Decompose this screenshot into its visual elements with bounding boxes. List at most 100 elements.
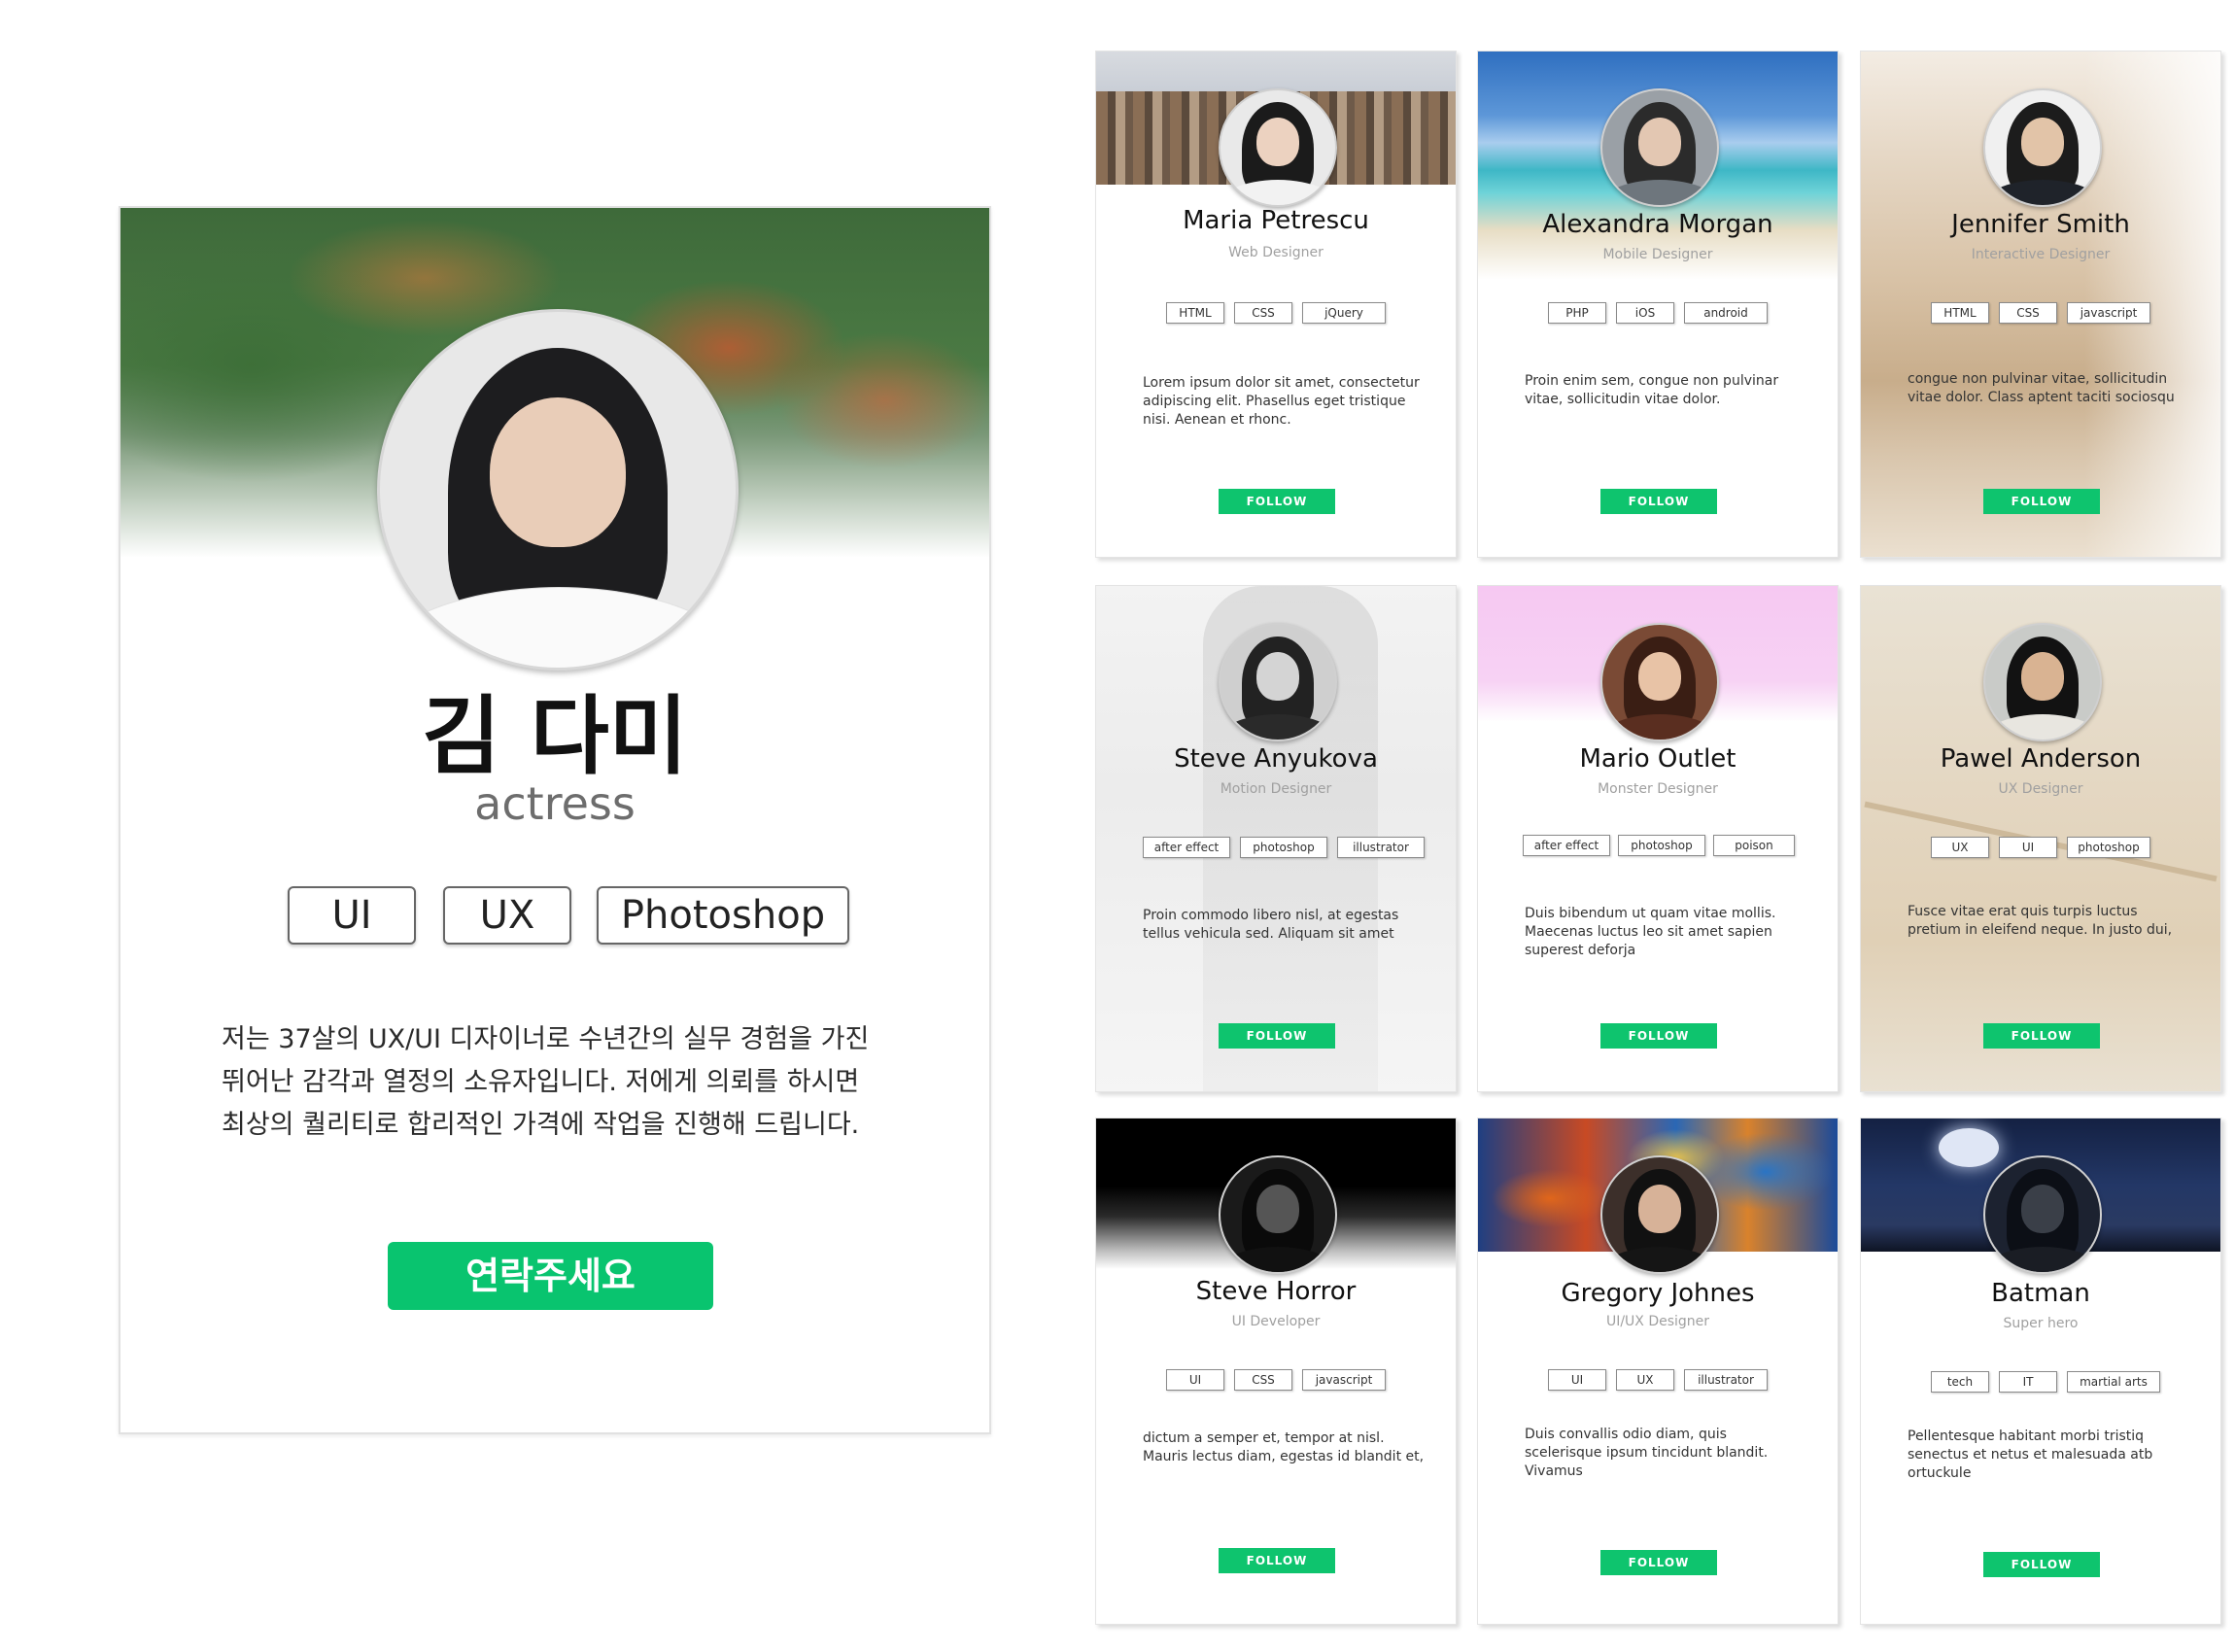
card-tags: HTML CSS jQuery [1096,302,1456,326]
card-tag[interactable]: CSS [1234,1369,1292,1391]
card-tag[interactable]: javascript [1302,1369,1386,1391]
card-name: Pawel Anderson [1940,744,2142,774]
card-tag[interactable]: illustrator [1684,1369,1768,1391]
follow-button[interactable]: FOLLOW [1983,489,2100,514]
profile-card: Maria Petrescu Web Designer HTML CSS jQu… [1095,51,1457,558]
card-tag[interactable]: UX [1616,1369,1674,1391]
profile-card: Alexandra Morgan Mobile Designer PHP iOS… [1477,51,1839,558]
follow-button[interactable]: FOLLOW [1219,489,1335,514]
card-tag[interactable]: IT [1999,1371,2057,1393]
card-tags: UI UX illustrator [1478,1369,1838,1393]
card-tag[interactable]: illustrator [1337,837,1425,858]
card-avatar [1219,88,1337,207]
card-tag[interactable]: jQuery [1302,302,1386,324]
follow-button[interactable]: FOLLOW [1600,489,1717,514]
card-avatar [1219,623,1337,741]
featured-description-line: 최상의 퀄리티로 합리적인 가격에 작업을 진행해 드립니다. [222,1110,860,1140]
featured-role: actress [474,777,636,830]
card-tag[interactable]: tech [1931,1371,1989,1393]
card-role: UX Designer [1998,781,2083,797]
card-description: congue non pulvinar vitae, sollicitudin … [1908,371,2175,405]
card-tag[interactable]: UI [1999,837,2057,858]
card-name: Gregory Johnes [1561,1279,1755,1308]
profile-card: Gregory Johnes UI/UX Designer UI UX illu… [1477,1118,1839,1625]
profile-card: Mario Outlet Monster Designer after effe… [1477,585,1839,1092]
featured-tag-photoshop[interactable]: Photoshop [597,886,849,945]
featured-tag-ui[interactable]: UI [288,886,416,945]
featured-description-line: 뛰어난 감각과 열정의 소유자입니다. 저에게 의뢰를 하시면 [222,1067,860,1097]
card-tag[interactable]: photoshop [1618,835,1705,856]
card-tag[interactable]: HTML [1166,302,1224,324]
card-tag[interactable]: UI [1166,1369,1224,1391]
card-tag[interactable]: iOS [1616,302,1674,324]
card-avatar [1983,623,2102,741]
card-role: UI/UX Designer [1605,1314,1710,1329]
card-role: Interactive Designer [1971,247,2111,262]
profile-card: Jennifer Smith Interactive Designer HTML… [1860,51,2221,558]
featured-description: 저는 37살의 UX/UI 디자이너로 수년간의 실무 경험을 가진 뛰어난 감… [222,1018,921,1147]
featured-name: 김 다미 [422,686,688,786]
card-role: Super hero [2003,1316,2079,1331]
card-tag[interactable]: CSS [1234,302,1292,324]
card-tag[interactable]: photoshop [2067,837,2150,858]
card-tag[interactable]: HTML [1931,302,1989,324]
card-tags: HTML CSS javascript [1861,302,2220,326]
card-tag[interactable]: UI [1548,1369,1606,1391]
card-name: Maria Petrescu [1183,206,1369,235]
card-avatar [1600,88,1719,207]
card-avatar [1983,1155,2102,1274]
card-name: Steve Anyukova [1174,744,1378,774]
card-avatar [1600,623,1719,741]
card-role: Motion Designer [1220,781,1332,797]
card-role: Mobile Designer [1602,247,1713,262]
featured-tags: UI UX Photoshop [120,886,989,950]
featured-avatar [377,309,739,671]
follow-button[interactable]: FOLLOW [1983,1552,2100,1577]
contact-button[interactable]: 연락주세요 [388,1242,713,1310]
profile-card: Pawel Anderson UX Designer UX UI photosh… [1860,585,2221,1092]
card-name: Batman [1991,1279,2090,1308]
card-description: Proin enim sem, congue non pulvinar vita… [1525,373,1779,407]
follow-button[interactable]: FOLLOW [1219,1548,1335,1573]
card-description: dictum a semper et, tempor at nisl. Maur… [1143,1430,1425,1464]
card-description: Lorem ipsum dolor sit amet, consectetur … [1143,375,1420,428]
card-description: Pellentesque habitant morbi tristiq sene… [1908,1428,2153,1481]
card-tag[interactable]: javascript [2067,302,2150,324]
card-tag[interactable]: UX [1931,837,1989,858]
card-tags: after effect photoshop poison [1478,835,1838,858]
profile-card: Steve Anyukova Motion Designer after eff… [1095,585,1457,1092]
card-tag[interactable]: after effect [1523,835,1610,856]
card-description: Duis bibendum ut quam vitae mollis. Maec… [1525,906,1776,958]
featured-profile-card: 김 다미 actress UI UX Photoshop 저는 37살의 UX/… [119,206,991,1434]
featured-description-line: 저는 37살의 UX/UI 디자이너로 수년간의 실무 경험을 가진 [222,1024,870,1054]
follow-button[interactable]: FOLLOW [1600,1550,1717,1575]
card-tag[interactable]: martial arts [2067,1371,2160,1393]
card-description: Fusce vitae erat quis turpis luctus pret… [1908,904,2173,938]
card-tag[interactable]: after effect [1143,837,1230,858]
card-description: Proin commodo libero nisl, at egestas te… [1143,908,1399,942]
card-tags: after effect photoshop illustrator [1096,837,1456,860]
card-description: Duis convallis odio diam, quis scelerisq… [1525,1427,1769,1479]
follow-button[interactable]: FOLLOW [1600,1023,1717,1049]
card-tag[interactable]: android [1684,302,1768,324]
profile-card: Batman Super hero tech IT martial arts P… [1860,1118,2221,1625]
follow-button[interactable]: FOLLOW [1983,1023,2100,1049]
card-tag[interactable]: PHP [1548,302,1606,324]
card-tag[interactable]: CSS [1999,302,2057,324]
card-name: Jennifer Smith [1951,210,2130,239]
card-name: Mario Outlet [1579,744,1736,774]
featured-tag-ux[interactable]: UX [443,886,571,945]
card-avatar [1983,88,2102,207]
card-name: Alexandra Morgan [1542,210,1773,239]
card-role: UI Developer [1231,1314,1321,1329]
card-tag[interactable]: photoshop [1240,837,1327,858]
profile-card: Steve Horror UI Developer UI CSS javascr… [1095,1118,1457,1625]
card-role: Web Designer [1228,245,1324,260]
card-tags: PHP iOS android [1478,302,1838,326]
card-avatar [1219,1155,1337,1274]
follow-button[interactable]: FOLLOW [1219,1023,1335,1049]
card-role: Monster Designer [1598,781,1718,797]
card-name: Steve Horror [1195,1277,1357,1306]
card-tags: UX UI photoshop [1861,837,2220,860]
card-tag[interactable]: poison [1713,835,1795,856]
